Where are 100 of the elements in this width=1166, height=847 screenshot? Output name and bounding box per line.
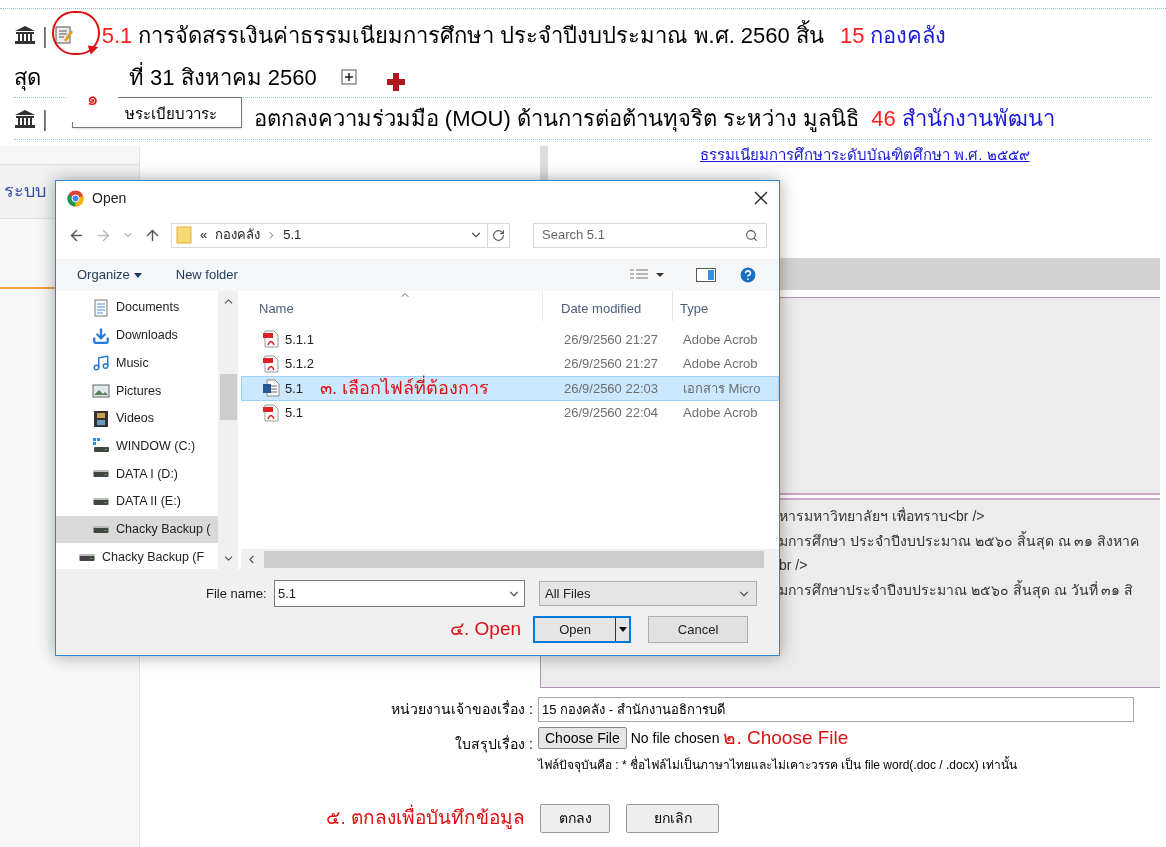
file-name-field[interactable]: 5.1: [274, 580, 525, 607]
folder-icon: [176, 226, 192, 244]
file-type-select[interactable]: All Files: [539, 581, 757, 606]
column-header[interactable]: Name: [241, 291, 543, 321]
summary-text: มการศึกษาประจำปีงบประมาณ ๒๕๖๐ สิ้นสุด ณ วันที่ ๓๑ สิ: [779, 579, 1135, 601]
pictures-icon: [92, 381, 110, 400]
unit-code: 46: [871, 105, 896, 133]
agenda-title: อตกลงความร่วมมือ (MOU) ด้านการต่อต้านทุจริต ระหว่าง มูลนิธิ: [253, 105, 860, 134]
nav-item[interactable]: DATA I (D:): [56, 460, 218, 488]
file-type: เอกสาร Micro: [683, 379, 761, 398]
address-bar[interactable]: « กองคลัง 5.1: [171, 222, 510, 248]
nav-item[interactable]: DATA II (E:): [56, 487, 218, 516]
file-name: 5.1.1: [285, 330, 314, 349]
agenda-title: สุด: [14, 63, 41, 93]
pdf-file-icon: [262, 403, 280, 422]
file-status: No file chosen: [630, 728, 720, 748]
file-date: 26/9/2560 22:04: [563, 404, 659, 422]
agenda-title: การจัดสรรเงินค่าธรรมเนียมการศึกษา ประจำปีงบประมาณ พ.ศ. 2560 สิ้น: [138, 19, 824, 50]
step-label: ๕. ตกลงเพื่อบันทึกข้อมูล: [325, 803, 526, 831]
summary-text: หารมหาวิทยาลัยฯ เพื่อทราบ<br />: [779, 506, 986, 526]
new-folder-button[interactable]: New folder: [175, 265, 238, 285]
file-row[interactable]: 5.1.1 26/9/2560 21:27 Adobe Acrob: [241, 327, 779, 352]
nav-item[interactable]: Chacky Backup (F: [56, 543, 218, 569]
path-label[interactable]: 5.1: [283, 225, 302, 245]
drive-icon: [92, 469, 110, 479]
form-label: หน่วยงานเจ้าของเรื่อง :: [390, 699, 534, 719]
nav-item[interactable]: Downloads: [56, 321, 218, 350]
refresh-icon[interactable]: [492, 228, 505, 242]
unit-name: กองคลัง: [870, 21, 947, 50]
pointer-arrow-icon: [86, 44, 100, 56]
search-icon: [745, 228, 758, 242]
help-icon[interactable]: [738, 265, 758, 285]
file-name: 5.1: [285, 404, 304, 422]
film-icon: [92, 409, 110, 428]
expand-icon[interactable]: [340, 69, 357, 85]
organize-menu[interactable]: Organize: [77, 265, 142, 285]
music-note-icon: [92, 354, 110, 373]
pdf-file-icon: [262, 354, 280, 373]
file-type: Adobe Acrob: [683, 404, 758, 422]
path-label[interactable]: กองคลัง: [215, 225, 261, 245]
view-options-icon[interactable]: [630, 269, 666, 281]
dropdown-icon: [618, 626, 627, 632]
bank-icon: [14, 25, 36, 45]
cancel-button[interactable]: Cancel: [648, 615, 749, 643]
nav-item[interactable]: Music: [56, 349, 218, 378]
word-file-icon: [262, 379, 280, 398]
summary-text: มการศึกษา ประจำปีงบประมาณ ๒๕๖๐ สิ้นสุด ณ ๓๑ สิงหาค: [779, 530, 1141, 552]
owner-field[interactable]: 15 กองคลัง - สำนักงานอธิการบดี: [538, 696, 1134, 722]
nav-item[interactable]: Chacky Backup (: [56, 515, 218, 544]
file-type: Adobe Acrob: [683, 330, 758, 349]
file-note: ไฟล์ปัจจุบันคือ : * ชื่อไฟล์ไม่เป็นภาษาไทยและไม่เคาะวรรค เป็น file word(.doc / .docx) เท่านั้น: [538, 755, 1018, 774]
dialog-title: Open: [92, 188, 127, 208]
agenda-number: 5.1: [101, 21, 133, 50]
close-icon[interactable]: [754, 191, 768, 205]
file-row[interactable]: 5.1 ๓. เลือกไฟล์ที่ต้องการ 26/9/2560 22:03 เอกสาร Micro: [241, 376, 779, 401]
browser-logo-icon: [67, 189, 84, 207]
scrollbar-thumb[interactable]: [219, 374, 237, 420]
download-icon: [92, 326, 110, 345]
edit-icon[interactable]: [53, 25, 74, 45]
file-name-label: File name:: [206, 584, 268, 603]
agenda-title: ที่ 31 สิงหาคม 2560: [129, 61, 317, 92]
summary-text: br />: [779, 556, 809, 575]
document-icon: [92, 298, 110, 317]
form-label: ใบสรุปเรื่อง :: [454, 734, 534, 755]
open-button[interactable]: Open: [533, 615, 632, 643]
scrollbar-thumb[interactable]: [264, 550, 764, 568]
unit-code: 15: [839, 21, 865, 50]
step-label: ๓. เลือกไฟล์ที่ต้องการ: [320, 374, 490, 400]
file-type: Adobe Acrob: [683, 355, 758, 373]
pdf-file-icon: [262, 330, 280, 349]
drive-icon: [92, 524, 110, 534]
file-row[interactable]: 5.1.2 26/9/2560 21:27 Adobe Acrob: [241, 351, 779, 376]
separator: |: [42, 105, 48, 133]
nav-item[interactable]: Videos: [56, 404, 218, 433]
cancel-button[interactable]: ยกเลิก: [626, 803, 719, 833]
bank-icon: [14, 108, 36, 129]
path-label: «: [200, 226, 208, 245]
caret-icon: [133, 272, 142, 278]
step-label: ๒. Choose File: [723, 726, 849, 750]
nav-item[interactable]: WINDOW (C:): [56, 432, 218, 461]
drive-icon: [92, 497, 110, 507]
file-name: 5.1.2: [285, 355, 314, 373]
step-label: ๔. Open: [450, 617, 522, 641]
file-date: 26/9/2560 21:27: [563, 355, 659, 373]
column-header[interactable]: Type: [673, 291, 709, 321]
column-header[interactable]: Date modified: [543, 291, 673, 321]
file-row[interactable]: 5.1 26/9/2560 22:04 Adobe Acrob: [241, 400, 779, 425]
file-name: 5.1: [285, 379, 304, 398]
nav-item[interactable]: Documents: [56, 294, 218, 322]
file-date: 26/9/2560 22:03: [563, 379, 659, 398]
nav-item[interactable]: Pictures: [56, 377, 218, 405]
unit-name: สำนักงานพัฒนา: [901, 105, 1055, 133]
preview-pane-icon[interactable]: [696, 268, 716, 282]
drive-icon: [78, 552, 96, 562]
sidebar-title: ระบบ: [4, 180, 46, 203]
choose-file-button[interactable]: Choose File: [538, 727, 627, 750]
ok-button[interactable]: ตกลง: [540, 803, 610, 833]
file-date: 26/9/2560 21:27: [563, 330, 659, 349]
search-field[interactable]: Search 5.1: [533, 222, 767, 248]
add-icon[interactable]: [386, 73, 405, 91]
